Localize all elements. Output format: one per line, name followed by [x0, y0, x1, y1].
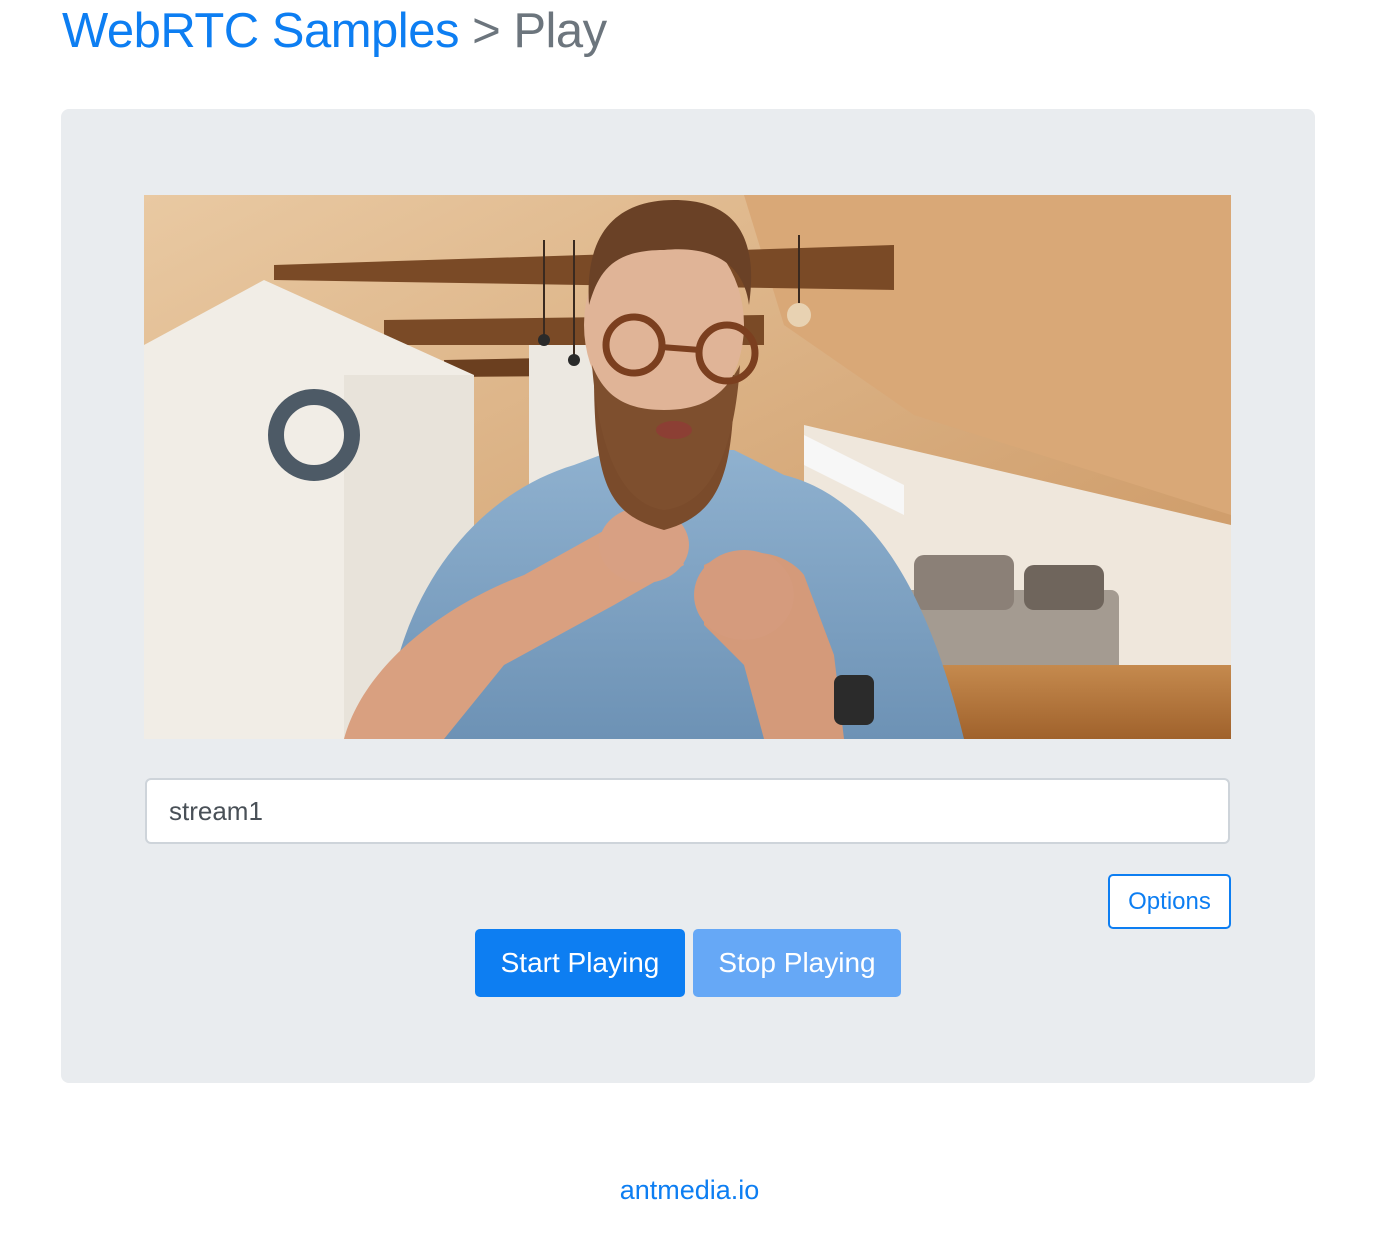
breadcrumb-current: Play	[513, 4, 607, 58]
start-playing-button[interactable]: Start Playing	[475, 929, 685, 997]
home-link[interactable]: WebRTC Samples	[62, 4, 459, 58]
remote-video[interactable]	[144, 195, 1231, 739]
breadcrumb-separator: >	[472, 4, 501, 58]
stop-playing-button[interactable]: Stop Playing	[693, 929, 901, 997]
footer: antmedia.io	[0, 1172, 1379, 1208]
footer-link[interactable]: antmedia.io	[620, 1175, 760, 1205]
video-frame	[144, 195, 1231, 739]
page-title: WebRTC Samples > Play	[62, 2, 607, 60]
player-panel: Options Start Playing Stop Playing	[61, 109, 1315, 1083]
options-button[interactable]: Options	[1108, 874, 1231, 929]
stream-id-input[interactable]	[145, 778, 1230, 844]
